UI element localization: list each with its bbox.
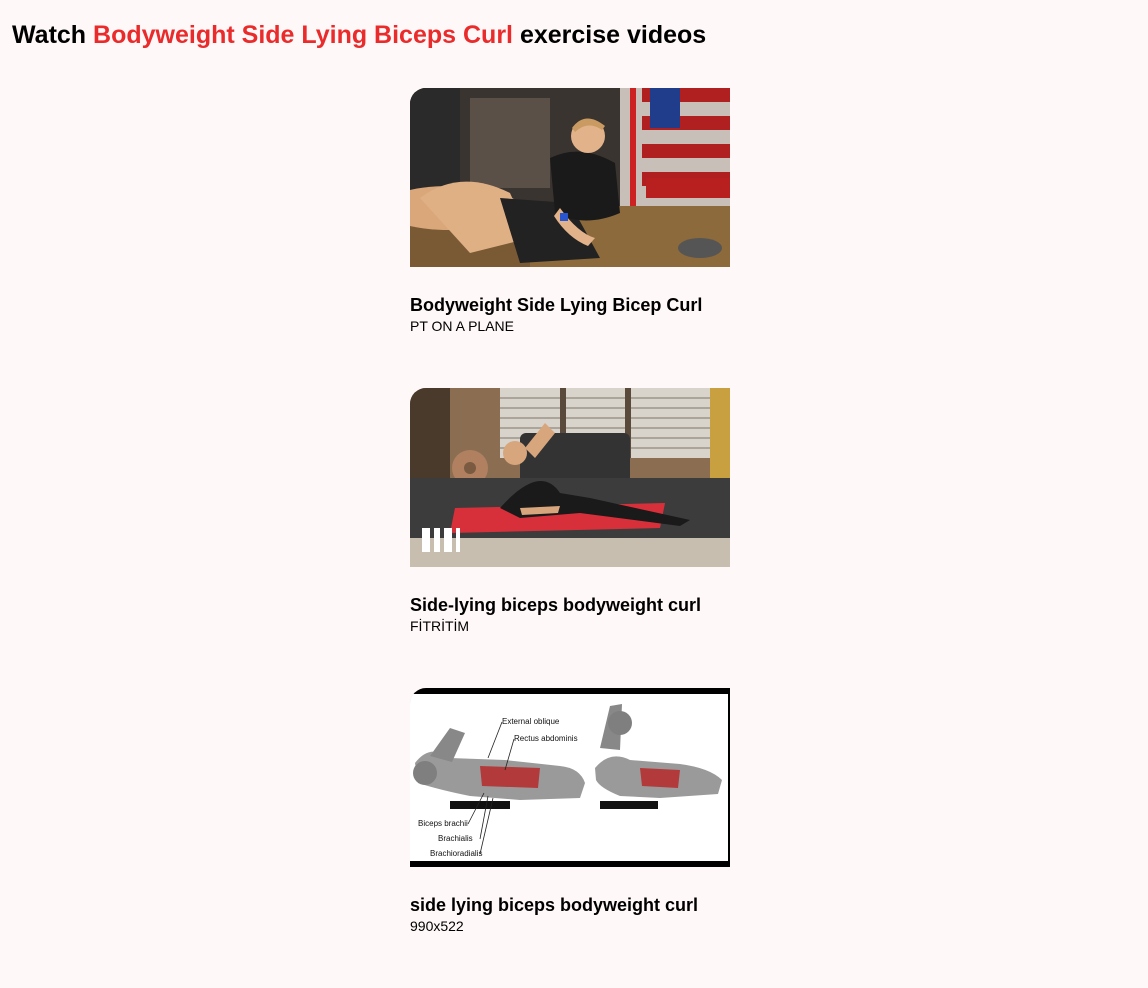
video-thumbnail[interactable]: External oblique Rectus abdominis Biceps…	[410, 688, 730, 867]
video-card[interactable]: External oblique Rectus abdominis Biceps…	[410, 688, 730, 988]
video-card[interactable]: Bodyweight Side Lying Bicep Curl PT ON A…	[410, 88, 730, 388]
mat-exercise-photo-thumbnail	[410, 388, 730, 567]
label-rectus-abdominis: Rectus abdominis	[514, 734, 578, 743]
video-title[interactable]: Bodyweight Side Lying Bicep Curl	[410, 295, 730, 315]
gym-photo-thumbnail	[410, 88, 730, 267]
label-brachioradialis: Brachioradialis	[430, 849, 482, 858]
page-title: Watch Bodyweight Side Lying Biceps Curl …	[12, 19, 706, 51]
video-title[interactable]: side lying biceps bodyweight curl	[410, 895, 730, 915]
page-title-exercise-name: Bodyweight Side Lying Biceps Curl	[93, 21, 513, 49]
video-channel: FİTRİTİM	[410, 618, 470, 634]
label-brachialis: Brachialis	[438, 834, 473, 843]
video-card[interactable]: Side-lying biceps bodyweight curl FİTRİT…	[410, 388, 730, 688]
label-external-oblique: External oblique	[502, 717, 560, 726]
anatomy-illustration-thumbnail: External oblique Rectus abdominis Biceps…	[410, 688, 730, 867]
page-title-prefix: Watch	[12, 21, 87, 49]
label-biceps-brachii: Biceps brachii	[418, 819, 468, 828]
video-thumbnail[interactable]	[410, 88, 730, 267]
video-title[interactable]: Side-lying biceps bodyweight curl	[410, 595, 730, 615]
video-channel: 990x522	[410, 918, 464, 934]
page-title-suffix: exercise videos	[519, 21, 707, 49]
video-list: Bodyweight Side Lying Bicep Curl PT ON A…	[410, 88, 750, 988]
video-channel: PT ON A PLANE	[410, 318, 515, 334]
video-thumbnail[interactable]	[410, 388, 730, 567]
